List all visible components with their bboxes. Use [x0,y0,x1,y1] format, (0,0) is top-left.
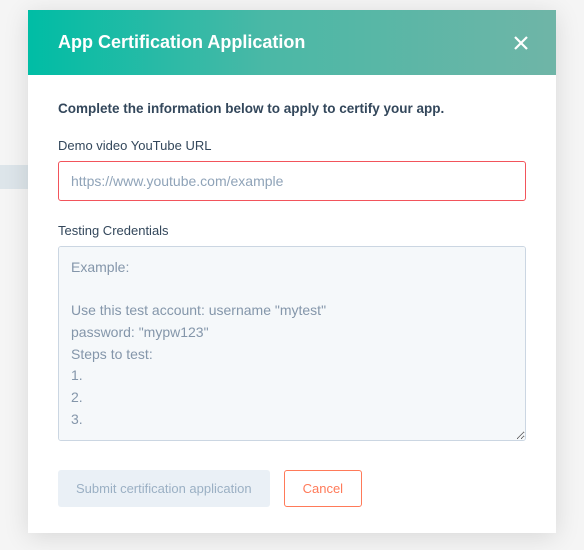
modal-header: App Certification Application [28,10,556,75]
testing-credentials-textarea[interactable] [58,246,526,441]
submit-button[interactable]: Submit certification application [58,470,270,507]
button-row: Submit certification application Cancel [58,470,526,507]
modal-title: App Certification Application [58,32,305,53]
demo-url-input[interactable] [58,161,526,201]
testing-credentials-label: Testing Credentials [58,223,526,238]
close-icon[interactable] [512,34,530,52]
intro-text: Complete the information below to apply … [58,101,526,116]
certification-modal: App Certification Application Complete t… [28,10,556,533]
backdrop-strip [0,165,28,189]
demo-url-label: Demo video YouTube URL [58,138,526,153]
cancel-button[interactable]: Cancel [284,470,362,507]
modal-body: Complete the information below to apply … [28,75,556,533]
